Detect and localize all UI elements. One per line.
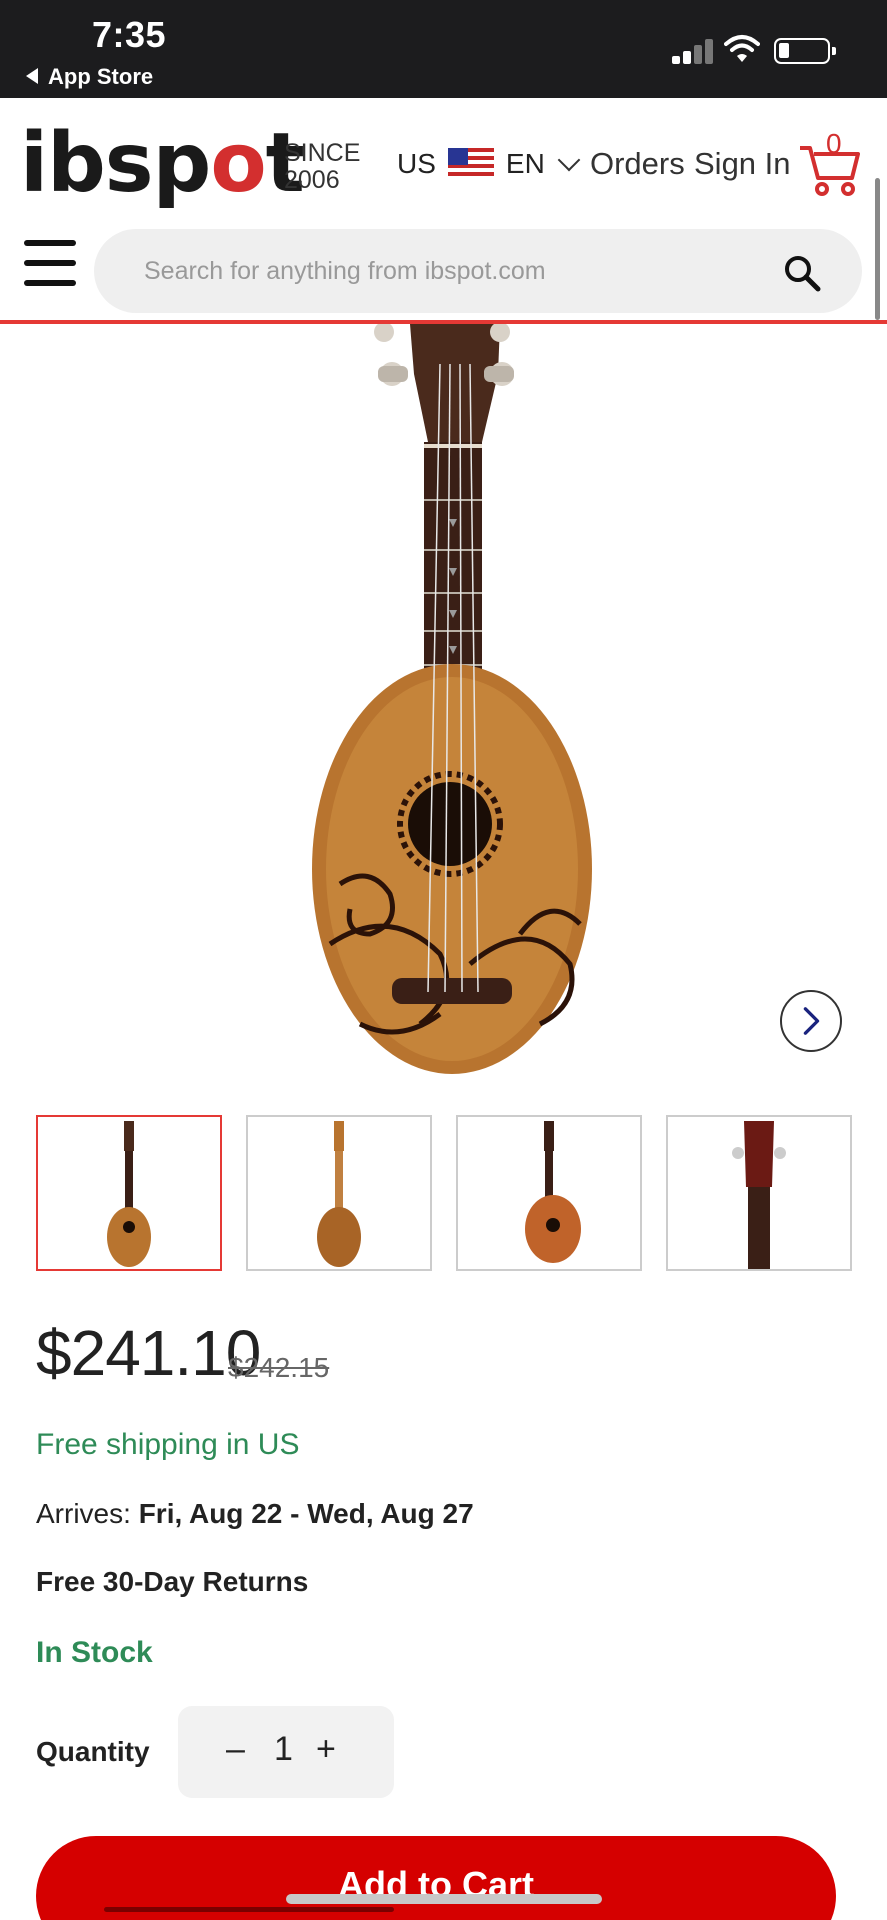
- quantity-value: 1: [274, 1730, 293, 1768]
- search-bar[interactable]: [94, 229, 862, 313]
- thumbnail-3[interactable]: [456, 1115, 642, 1271]
- clock: 7:35: [92, 14, 167, 55]
- next-image-button[interactable]: [780, 990, 842, 1052]
- signal-icon: [672, 38, 714, 64]
- shipping-info: Free shipping in US: [36, 1428, 300, 1461]
- status-bar: 7:35 App Store: [0, 0, 887, 98]
- chevron-right-icon: [803, 1007, 820, 1035]
- stock-status: In Stock: [36, 1636, 153, 1669]
- wifi-icon: [724, 35, 760, 62]
- chevron-down-icon: [557, 148, 581, 172]
- returns-policy: Free 30-Day Returns: [36, 1566, 309, 1597]
- locale-selector[interactable]: US EN: [397, 148, 581, 180]
- back-label: App Store: [48, 64, 154, 89]
- thumbnail-strip: [36, 1115, 852, 1271]
- battery-icon: [774, 38, 836, 64]
- language-code: EN: [505, 148, 545, 179]
- chevron-left-icon: [26, 68, 38, 84]
- cart-count-badge: 0: [826, 128, 842, 159]
- current-price: $241.10: [36, 1317, 261, 1389]
- original-price: $242.15: [228, 1352, 330, 1383]
- country-code: US: [397, 148, 436, 179]
- back-to-app-store[interactable]: App Store: [26, 64, 153, 90]
- thumbnail-4[interactable]: [666, 1115, 852, 1271]
- quantity-stepper: – 1 +: [178, 1706, 394, 1798]
- arrival-estimate: Arrives: Fri, Aug 22 - Wed, Aug 27: [36, 1498, 474, 1529]
- ibspot-logo[interactable]: ibspot: [20, 116, 305, 211]
- orders-link[interactable]: Orders: [590, 146, 685, 182]
- sign-in-link[interactable]: Sign In: [694, 146, 791, 182]
- decrease-quantity-button[interactable]: –: [226, 1730, 245, 1769]
- search-input[interactable]: [144, 249, 724, 293]
- thumbnail-1[interactable]: [36, 1115, 222, 1271]
- increase-quantity-button[interactable]: +: [316, 1730, 336, 1769]
- search-icon[interactable]: [782, 253, 822, 293]
- home-indicator[interactable]: [286, 1894, 602, 1904]
- product-image-ukulele: [312, 324, 592, 1074]
- product-image-carousel[interactable]: [0, 324, 887, 1076]
- quantity-label: Quantity: [36, 1736, 150, 1767]
- since-badge: SINCE 2006: [284, 139, 361, 194]
- page-scrollbar[interactable]: [875, 178, 880, 320]
- site-header: ibspot SINCE 2006 US EN Orders Sign In 0: [0, 98, 887, 324]
- menu-icon[interactable]: [24, 240, 78, 286]
- thumbnail-2[interactable]: [246, 1115, 432, 1271]
- flag-us-icon: [447, 148, 494, 180]
- scroll-indicator: [104, 1907, 394, 1912]
